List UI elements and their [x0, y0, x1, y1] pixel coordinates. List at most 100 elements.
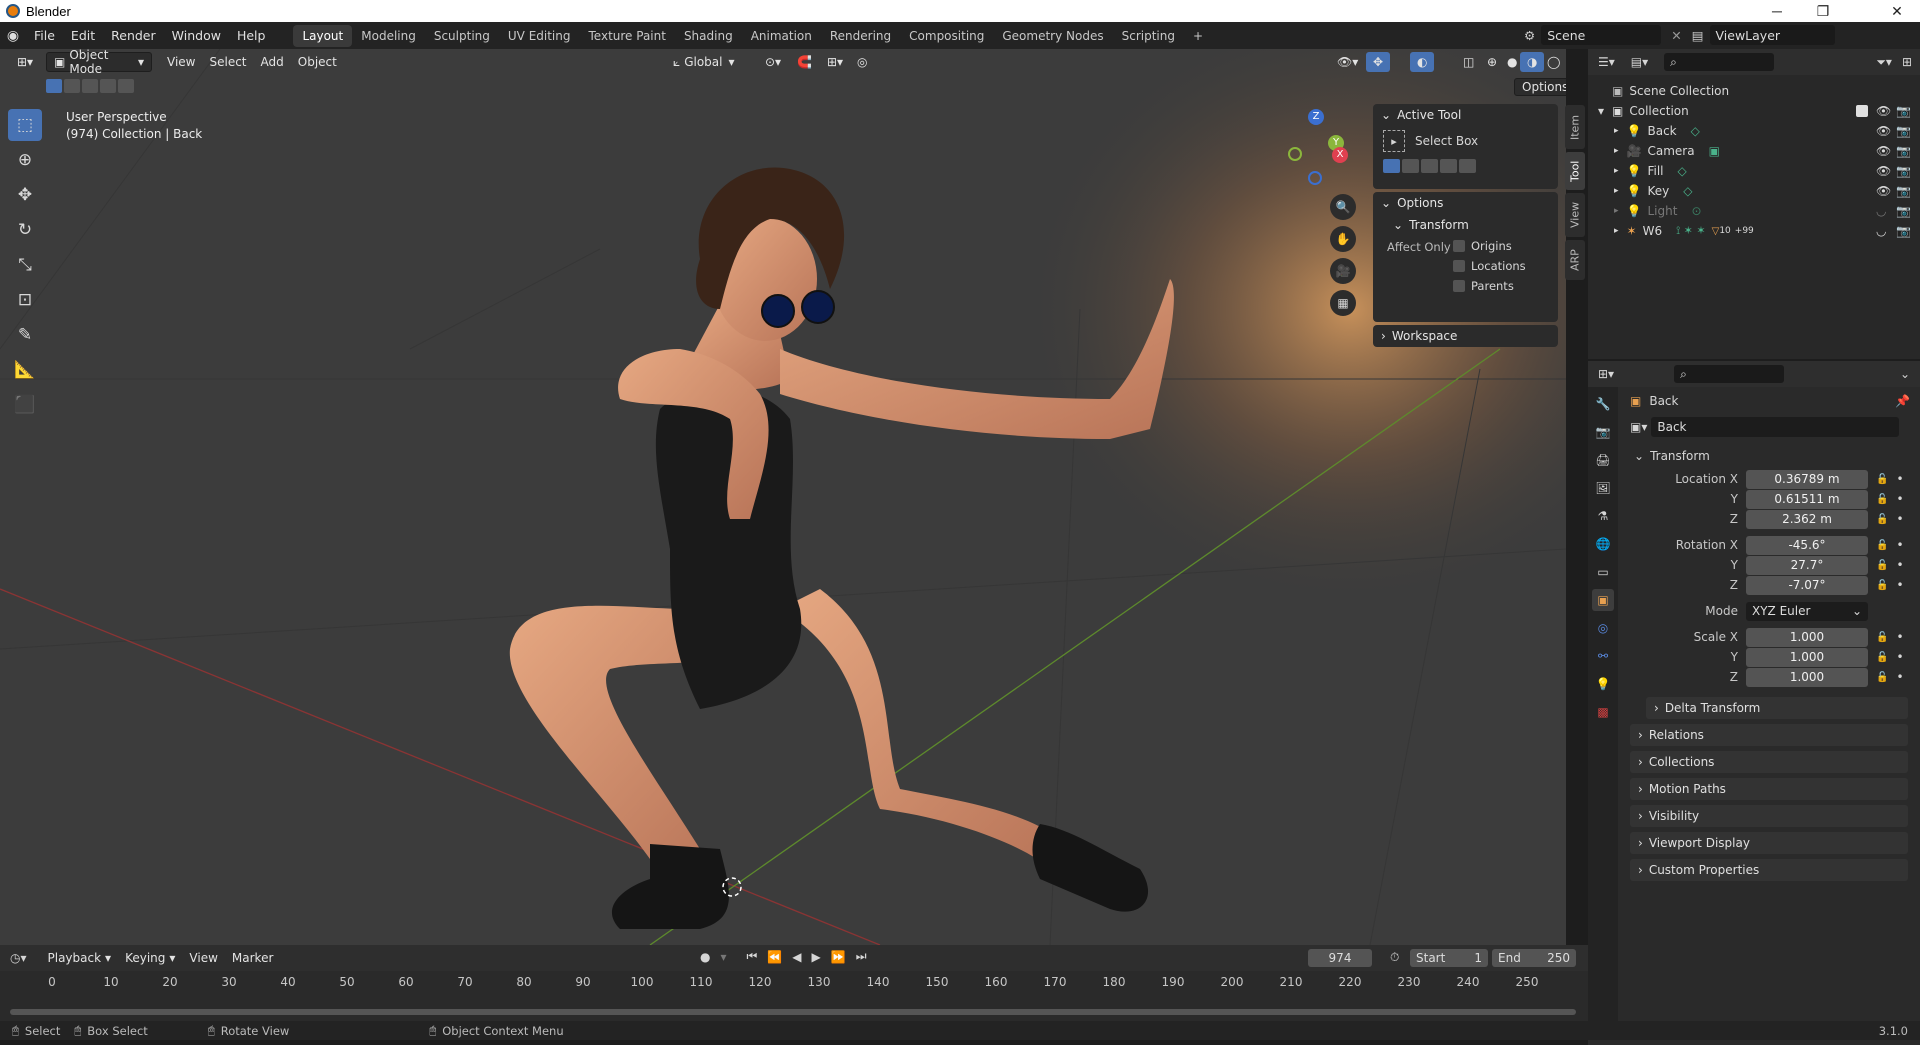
eye-icon[interactable]: 👁	[1876, 184, 1891, 198]
lock-icon[interactable]: 🔓	[1876, 652, 1888, 663]
outliner-item-camera[interactable]: ▸ 🎥 Camera ▣ 👁 📷	[1588, 141, 1920, 161]
select-invert-icon[interactable]	[100, 79, 116, 93]
visibility-icon[interactable]: 👁▾	[1330, 52, 1365, 72]
rotation-x-field[interactable]: -45.6°	[1746, 535, 1868, 555]
cursor-tool-icon[interactable]: ⊕	[8, 144, 42, 176]
tab-compositing[interactable]: Compositing	[900, 25, 993, 47]
tab-layout[interactable]: Layout	[293, 24, 353, 47]
tab-tool[interactable]: Tool	[1565, 152, 1585, 190]
visibility-panel[interactable]: › Visibility	[1630, 805, 1908, 827]
camera-render-icon[interactable]: 📷	[1896, 224, 1911, 238]
tab-scripting[interactable]: Scripting	[1113, 25, 1184, 47]
gizmo-neg-z[interactable]	[1308, 171, 1322, 185]
blender-menu-icon[interactable]: ◉	[0, 28, 26, 44]
tab-texture-paint[interactable]: Texture Paint	[580, 25, 675, 47]
editor-type-icon[interactable]: ⊞▾	[10, 52, 40, 72]
filter-icon[interactable]: ⏷▾	[1876, 55, 1892, 70]
move-tool-icon[interactable]: ✥	[8, 179, 42, 211]
rotate-tool-icon[interactable]: ↻	[8, 214, 42, 246]
scale-z-field[interactable]: 1.000	[1746, 667, 1868, 687]
eye-icon[interactable]: 👁	[1876, 144, 1891, 158]
camera-render-icon[interactable]: 📷	[1896, 144, 1911, 158]
options-header[interactable]: ⌄ Options	[1373, 192, 1558, 214]
viewlayer-field[interactable]: ViewLayer	[1709, 25, 1835, 45]
keyframe-dot-icon[interactable]: •	[1896, 670, 1903, 684]
transform-tool-icon[interactable]: ⊡	[8, 284, 42, 316]
custom-properties-panel[interactable]: › Custom Properties	[1630, 859, 1908, 881]
zoom-icon[interactable]: 🔍	[1330, 194, 1356, 220]
scale-y-field[interactable]: 1.000	[1746, 647, 1868, 667]
lock-icon[interactable]: 🔓	[1876, 560, 1888, 571]
keyframe-dot-icon[interactable]: •	[1896, 472, 1903, 486]
collection-checkbox[interactable]	[1856, 105, 1868, 117]
select-box-icon[interactable]: ▸	[1383, 130, 1405, 152]
transform-header[interactable]: ⌄ Transform	[1626, 443, 1916, 469]
keyframe-dot-icon[interactable]: •	[1896, 512, 1903, 526]
eye-hidden-icon[interactable]: ◡	[1876, 224, 1886, 238]
lock-icon[interactable]: 🔓	[1876, 494, 1888, 505]
menu-file[interactable]: File	[26, 22, 63, 49]
lock-icon[interactable]: 🔓	[1876, 474, 1888, 485]
keyframe-dot-icon[interactable]: •	[1896, 578, 1903, 592]
orientation-dropdown[interactable]: ⟀ Global ▾	[666, 52, 742, 72]
scale-x-field[interactable]: 1.000	[1746, 627, 1868, 647]
rotation-z-field[interactable]: -7.07°	[1746, 575, 1868, 595]
snap-icon[interactable]: 🧲	[790, 52, 819, 72]
scene-field[interactable]: Scene	[1541, 25, 1662, 45]
mode-invert-icon[interactable]	[1440, 159, 1457, 173]
mode-new-icon[interactable]	[1383, 159, 1400, 173]
select-extend-icon[interactable]	[64, 79, 80, 93]
view-layer-tab-icon[interactable]: 🖼	[1592, 477, 1614, 499]
proportional-edit-icon[interactable]: ◎	[850, 52, 874, 72]
outliner-item-back[interactable]: ▸ 💡 Back ◇ 👁 📷	[1588, 121, 1920, 141]
texture-tab-icon[interactable]: ▩	[1592, 701, 1614, 723]
menu-edit[interactable]: Edit	[63, 22, 103, 49]
mode-dropdown[interactable]: ▣ Object Mode ▾	[46, 49, 152, 76]
tab-geometry-nodes[interactable]: Geometry Nodes	[993, 25, 1112, 47]
object-type-icon[interactable]: ▣▾	[1630, 420, 1647, 434]
render-tab-icon[interactable]: 📷	[1592, 421, 1614, 443]
gizmo-toggle-icon[interactable]: ✥	[1366, 52, 1391, 72]
motion-paths-panel[interactable]: › Motion Paths	[1630, 778, 1908, 800]
output-tab-icon[interactable]: 🖨	[1592, 449, 1614, 471]
location-z-field[interactable]: 2.362 m	[1746, 509, 1868, 529]
origins-checkbox[interactable]: Origins	[1453, 239, 1512, 253]
menu-view[interactable]: View	[160, 52, 202, 72]
keyframe-dot-icon[interactable]: •	[1896, 650, 1903, 664]
pivot-icon[interactable]: ⊙▾	[758, 52, 788, 72]
menu-object[interactable]: Object	[291, 52, 344, 72]
menu-help[interactable]: Help	[229, 22, 274, 49]
outliner-editor-icon[interactable]: ☰▾	[1598, 55, 1615, 69]
menu-add[interactable]: Add	[254, 52, 291, 72]
rotation-mode-dropdown[interactable]: XYZ Euler ⌄	[1746, 601, 1868, 621]
timeline-scrollbar[interactable]	[10, 1009, 1576, 1015]
lock-icon[interactable]: 🔓	[1876, 672, 1888, 683]
gizmo-neg-y[interactable]	[1288, 147, 1302, 161]
new-collection-icon[interactable]: ⊞	[1902, 55, 1912, 69]
options-dropdown[interactable]: Options▾	[1514, 78, 1566, 96]
outliner-item-key[interactable]: ▸ 💡 Key ◇ 👁 📷	[1588, 181, 1920, 201]
eye-icon[interactable]: 👁	[1876, 124, 1891, 138]
keyframe-dot-icon[interactable]: •	[1896, 492, 1903, 506]
camera-view-icon[interactable]: 🎥	[1330, 258, 1356, 284]
camera-render-icon[interactable]: 📷	[1896, 204, 1911, 218]
workspace-panel[interactable]: › Workspace	[1373, 325, 1558, 347]
locations-checkbox[interactable]: Locations	[1453, 259, 1526, 273]
keyframe-dot-icon[interactable]: •	[1896, 558, 1903, 572]
mode-extend-icon[interactable]	[1402, 159, 1419, 173]
light-data-tab-icon[interactable]: 💡	[1592, 673, 1614, 695]
annotate-tool-icon[interactable]: ✎	[8, 319, 42, 351]
transform-subheader[interactable]: ⌄ Transform	[1373, 214, 1558, 236]
maximize-button[interactable]: ❐	[1800, 0, 1846, 22]
camera-render-icon[interactable]: 📷	[1896, 104, 1911, 118]
tab-view[interactable]: View	[1565, 193, 1585, 237]
navigation-gizmo[interactable]: Z Y X	[1278, 109, 1348, 189]
constraints-tab-icon[interactable]: ⚯	[1592, 645, 1614, 667]
delta-transform-panel[interactable]: › Delta Transform	[1646, 697, 1908, 719]
outliner-item-light[interactable]: ▸ 💡 Light ⊙ ◡ 📷	[1588, 201, 1920, 221]
display-mode-icon[interactable]: ▤▾	[1631, 55, 1648, 69]
eye-icon[interactable]: 👁	[1876, 104, 1891, 118]
lock-icon[interactable]: 🔓	[1876, 514, 1888, 525]
add-workspace-button[interactable]: +	[1184, 25, 1212, 47]
location-x-field[interactable]: 0.36789 m	[1746, 469, 1868, 489]
